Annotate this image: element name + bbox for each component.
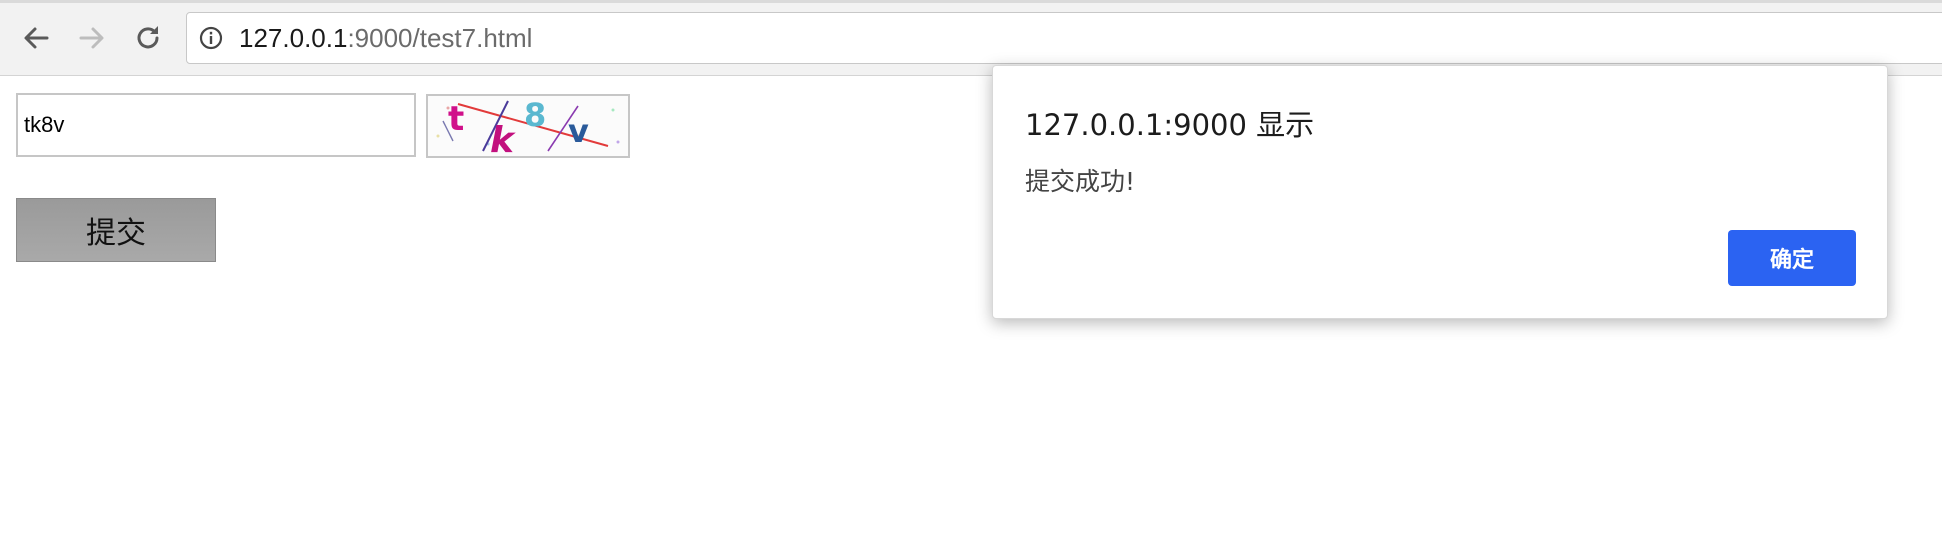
captcha-glyph-k: k [490,120,516,156]
reload-button[interactable] [128,18,168,58]
tab-strip-edge [0,0,1942,3]
reload-icon [137,26,159,49]
captcha-glyph-t: t [448,99,464,139]
dialog-message: 提交成功! [1025,167,1136,196]
url-text: 127.0.0.1:9000/test7.html [239,24,532,52]
forward-arrow-icon [79,27,104,49]
submit-button[interactable]: 提交 [16,198,216,262]
forward-button[interactable] [72,18,112,58]
alert-dialog: 127.0.0.1:9000 显示 提交成功! 确定 [992,65,1888,319]
dialog-title: 127.0.0.1:9000 显示 [1025,108,1315,142]
info-icon[interactable] [199,26,223,50]
back-arrow-icon [24,27,49,49]
captcha-image[interactable]: t k 8 v [426,94,630,158]
back-button[interactable] [16,18,56,58]
address-bar[interactable]: 127.0.0.1:9000/test7.html [186,12,1942,64]
captcha-input[interactable] [16,93,416,157]
captcha-glyph-v: v [568,112,589,150]
url-path: :9000/test7.html [347,23,533,53]
captcha-graphic: t k 8 v [436,96,620,156]
captcha-glyph-8: 8 [524,96,546,134]
url-host: 127.0.0.1 [239,23,348,53]
ok-button[interactable]: 确定 [1728,230,1856,286]
